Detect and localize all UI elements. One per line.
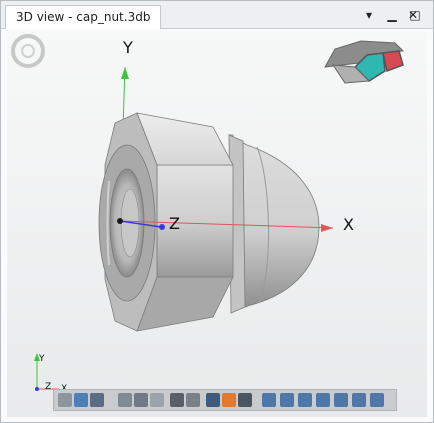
cube-view-2-icon[interactable] bbox=[280, 393, 294, 407]
orientation-triad: Y Z X bbox=[34, 353, 67, 394]
3d-view-window: 3D view - cap_nut.3db ▾ ▁ □ ✕ Y X Z Y Z bbox=[0, 0, 434, 423]
z-axis-label: Z bbox=[169, 214, 180, 233]
screen-icon[interactable] bbox=[238, 393, 252, 407]
chevron-down-icon[interactable]: ▾ bbox=[361, 7, 377, 23]
stereo-glasses-icon[interactable] bbox=[324, 40, 405, 84]
scene-canvas: Y X Z Y Z bbox=[11, 34, 405, 394]
zoom-icon[interactable] bbox=[118, 393, 132, 407]
title-bar: 3D view - cap_nut.3db ▾ ▁ □ bbox=[1, 1, 433, 29]
view-shaded-icon[interactable] bbox=[74, 393, 88, 407]
view-toolbar bbox=[53, 389, 397, 411]
cube-view-3-icon[interactable] bbox=[298, 393, 312, 407]
grid-icon[interactable] bbox=[170, 393, 184, 407]
orbit-cursor-icon[interactable] bbox=[11, 34, 45, 68]
cube-view-5-icon[interactable] bbox=[334, 393, 348, 407]
layers-icon[interactable] bbox=[186, 393, 200, 407]
document-tab[interactable]: 3D view - cap_nut.3db bbox=[5, 5, 162, 29]
y-axis-label: Y bbox=[122, 38, 133, 57]
close-button[interactable]: ✕ bbox=[405, 7, 421, 23]
tab-title: 3D view - cap_nut.3db bbox=[16, 10, 151, 24]
x-axis-label: X bbox=[343, 215, 354, 234]
view-cylinder-icon[interactable] bbox=[58, 393, 72, 407]
light-icon[interactable] bbox=[150, 393, 164, 407]
3d-viewport[interactable]: Y X Z Y Z bbox=[7, 31, 427, 417]
monitor-icon[interactable] bbox=[206, 393, 220, 407]
view-solid-icon[interactable] bbox=[90, 393, 104, 407]
render-icon[interactable] bbox=[222, 393, 236, 407]
cube-view-1-icon[interactable] bbox=[262, 393, 276, 407]
cube-view-6-icon[interactable] bbox=[352, 393, 366, 407]
cube-view-7-icon[interactable] bbox=[370, 393, 384, 407]
minimize-button[interactable]: ▁ bbox=[384, 7, 400, 23]
mini-z-label: Z bbox=[45, 382, 51, 392]
rotate-icon[interactable] bbox=[134, 393, 148, 407]
cube-view-4-icon[interactable] bbox=[316, 393, 330, 407]
mini-y-label: Y bbox=[38, 354, 45, 364]
